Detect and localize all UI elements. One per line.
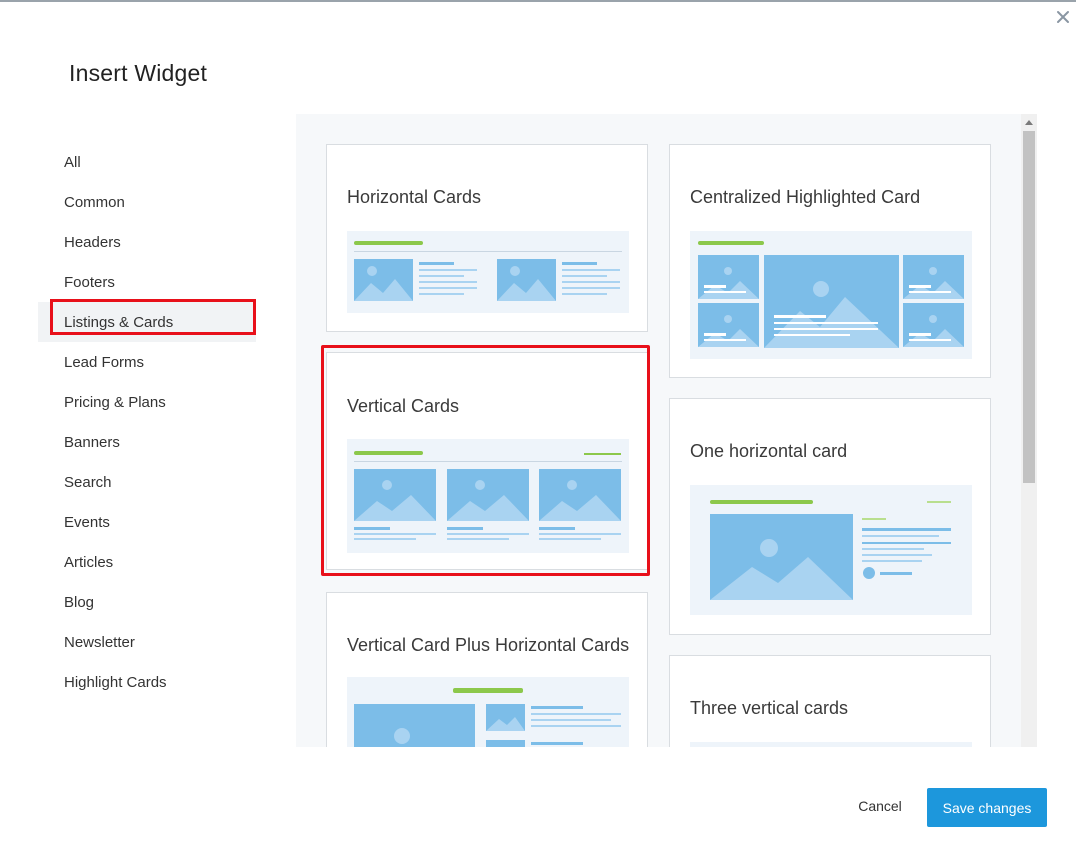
window-top-border xyxy=(0,0,1076,2)
scroll-up-arrow-icon[interactable] xyxy=(1025,120,1033,125)
widget-card-vertical-cards[interactable]: Vertical Cards xyxy=(326,352,648,570)
widget-card-title: Vertical Card Plus Horizontal Cards xyxy=(347,635,630,655)
sidebar-item-listings-cards[interactable]: Listings & Cards xyxy=(38,299,256,342)
widget-card-title: Horizontal Cards xyxy=(347,187,482,207)
sidebar-item-footers[interactable]: Footers xyxy=(38,262,256,302)
widget-card-three-vertical-cards[interactable]: Three vertical cards xyxy=(669,655,991,747)
sidebar-item-lead-forms[interactable]: Lead Forms xyxy=(38,342,256,382)
widget-grid-scrollbar[interactable] xyxy=(1021,114,1037,747)
modal-title: Insert Widget xyxy=(69,60,208,86)
sidebar-item-events[interactable]: Events xyxy=(38,502,256,542)
widget-preview-image xyxy=(347,439,629,553)
widget-card-one-horizontal-card[interactable]: One horizontal card xyxy=(669,398,991,635)
sidebar-item-highlight-cards[interactable]: Highlight Cards xyxy=(38,662,256,702)
widget-card-title: Vertical Cards xyxy=(347,396,460,416)
widget-preview-image xyxy=(347,231,629,313)
sidebar-item-common[interactable]: Common xyxy=(38,182,256,222)
widget-grid: Horizontal Cards Centralized Highlighted… xyxy=(296,114,1021,747)
widget-preview-image xyxy=(690,231,972,359)
widget-card-centralized-highlighted-card[interactable]: Centralized Highlighted Card xyxy=(669,144,991,378)
sidebar-item-blog[interactable]: Blog xyxy=(38,582,256,622)
sidebar-item-banners[interactable]: Banners xyxy=(38,422,256,462)
save-changes-button[interactable]: Save changes xyxy=(927,788,1047,827)
sidebar-item-headers[interactable]: Headers xyxy=(38,222,256,262)
scrollbar-thumb[interactable] xyxy=(1023,131,1035,483)
widget-card-vertical-plus-horizontal-cards[interactable]: Vertical Card Plus Horizontal Cards xyxy=(326,592,648,747)
widget-preview-image xyxy=(347,677,629,747)
cancel-button[interactable]: Cancel xyxy=(848,789,912,823)
sidebar-item-pricing-plans[interactable]: Pricing & Plans xyxy=(38,382,256,422)
widget-preview-image xyxy=(690,485,972,615)
sidebar-item-search[interactable]: Search xyxy=(38,462,256,502)
widget-preview-image xyxy=(690,742,972,747)
category-sidebar: All Common Headers Footers Listings & Ca… xyxy=(38,142,256,702)
widget-card-title: Centralized Highlighted Card xyxy=(690,187,921,207)
sidebar-item-articles[interactable]: Articles xyxy=(38,542,256,582)
widget-card-title: One horizontal card xyxy=(690,441,848,461)
close-icon[interactable] xyxy=(1054,8,1072,26)
sidebar-item-all[interactable]: All xyxy=(38,142,256,182)
sidebar-item-newsletter[interactable]: Newsletter xyxy=(38,622,256,662)
widget-card-title: Three vertical cards xyxy=(690,698,849,718)
widget-card-horizontal-cards[interactable]: Horizontal Cards xyxy=(326,144,648,332)
